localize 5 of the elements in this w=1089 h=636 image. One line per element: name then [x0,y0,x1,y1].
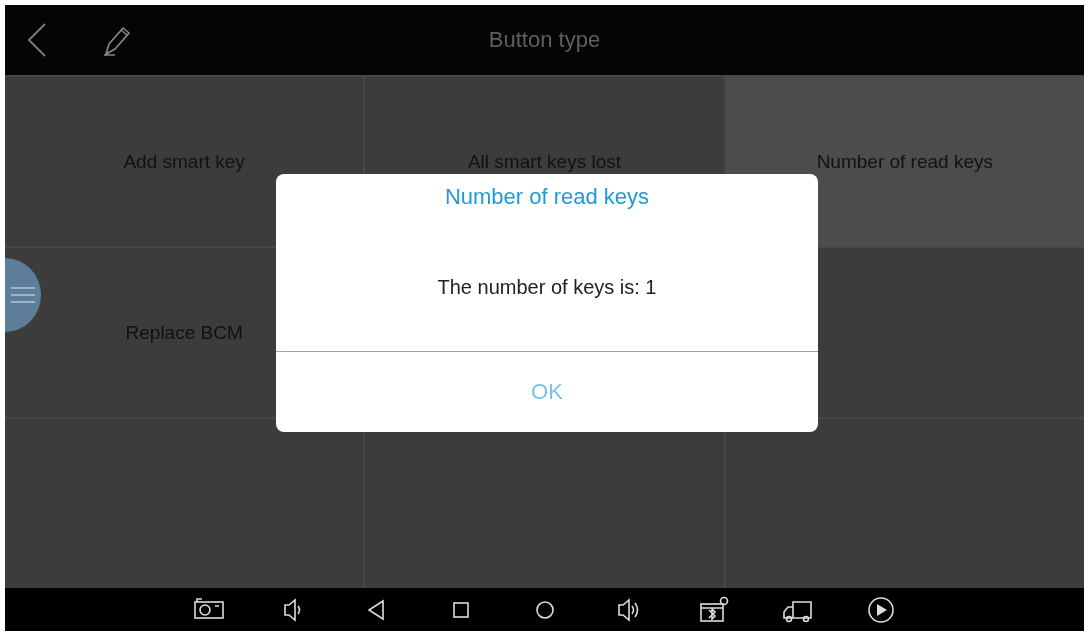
dialog-message: The number of keys is: 1 [276,234,818,352]
dialog-title: Number of read keys [443,183,651,211]
menu-icon [11,286,35,304]
screen-title: Button type [488,27,601,53]
pencil-icon[interactable] [103,24,133,56]
